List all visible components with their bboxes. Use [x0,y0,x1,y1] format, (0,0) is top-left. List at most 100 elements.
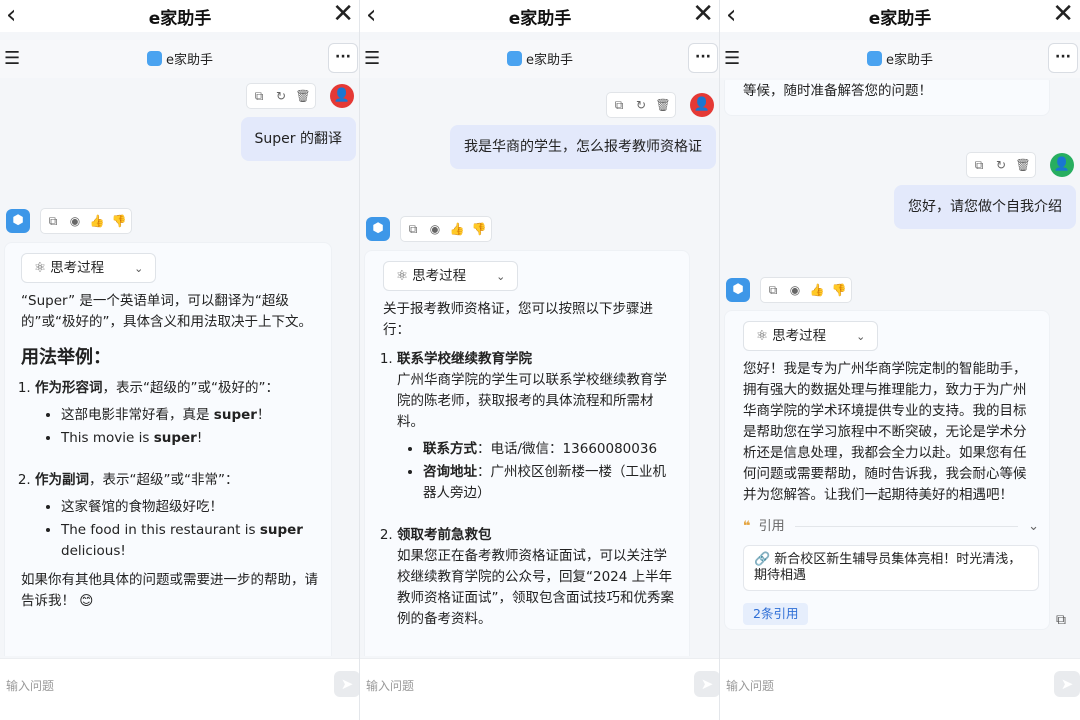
item-title: 作为副词 [35,472,89,488]
chevron-down-icon: ⌄ [496,269,506,283]
send-icon[interactable]: ➤ [694,671,719,697]
list-item: 领取考前急救包 如果您正在备考教师资格证面试，可以关注学校继续教育学院的公众号，… [397,525,679,630]
step-title: 联系学校继续教育学院 [397,351,532,367]
divider [794,526,1019,527]
answer-intro: 关于报考教师资格证，您可以按照以下步骤进行： [383,301,653,338]
screens: ‹ e家助手 ✕ ☰ e家助手 ··· ⧉ ↻ 🗑 👤 Super 的翻译 ⬢ … [0,0,1080,720]
chat-screen-2: ‹ e家助手 ✕ ☰ e家助手 ··· ⧉ ↻ 🗑 👤 我是华商的学生，怎么报考… [360,0,720,720]
example-text: ! [196,430,203,446]
page-title: e家助手 [148,9,212,29]
message-list[interactable]: ⧉ ↻ 🗑 👤 我是华商的学生，怎么报考教师资格证 ⬢ ⧉ ◉ 👍 👎 ⚛ 思考过… [360,80,719,656]
thumbs-down-icon[interactable]: 👎 [829,280,849,300]
delete-icon[interactable]: 🗑 [293,86,313,106]
think-process-toggle[interactable]: ⚛ 思考过程 ⌄ [21,253,157,283]
bot-answer: ⚛思考过程 ⌄ 关于报考教师资格证，您可以按照以下步骤进行： 联系学校继续教育学院… [364,250,690,656]
copy-icon[interactable]: ⧉ [1056,612,1066,628]
citation-title: 新合校区新生辅导员集体亮相！时光清浅，期待相遇 [754,552,1022,583]
previous-answer-tail: 等候，随时准备解答您的问题！ [724,80,1050,116]
example-text: 这部电影非常好看，真是 [61,407,214,423]
usage-list: 作为形容词，表示“超级的”或“极好的”： 这部电影非常好看，真是 super！ … [21,378,321,562]
thumbs-up-icon[interactable]: 👍 [87,211,107,231]
citation-count-badge[interactable]: 2条引用 [743,603,809,625]
page-title: e家助手 [868,9,932,29]
close-icon[interactable]: ✕ [332,0,354,28]
thumbs-up-icon[interactable]: 👍 [447,219,467,239]
quote-icon: ❝ [743,519,751,534]
think-process-toggle[interactable]: ⚛ 思考过程 ⌄ [743,321,879,351]
example-item: This movie is super! [61,428,321,449]
user-avatar: 👤 [1050,153,1074,177]
copy-icon[interactable]: ⧉ [249,86,269,106]
copy-icon[interactable]: ⧉ [403,219,423,239]
delete-icon[interactable]: 🗑 [1013,155,1033,175]
refresh-icon[interactable]: ↻ [271,86,291,106]
think-label: 思考过程 [772,327,827,344]
bot-avatar: ⬢ [366,217,390,241]
send-icon[interactable]: ➤ [1054,671,1080,697]
smile-emoji-icon: 😊 [79,593,94,609]
brand: e家助手 [360,49,719,68]
speaker-icon[interactable]: ◉ [65,211,85,231]
input-bar: 输入问题 ➤ [720,658,1080,720]
bot-message-actions: ⧉ ◉ 👍 👎 [400,216,492,242]
steps-list: 联系学校继续教育学院 广州华商学院的学生可以联系学校继续教育学院的陈老师，获取报… [383,349,679,630]
question-input[interactable]: 输入问题 [726,677,774,694]
example-bold: super [153,430,197,446]
think-label: 思考过程 [412,267,467,284]
brand-logo-icon [867,51,882,66]
close-icon[interactable]: ✕ [692,0,714,28]
chat-screen-1: ‹ e家助手 ✕ ☰ e家助手 ··· ⧉ ↻ 🗑 👤 Super 的翻译 ⬢ … [0,0,360,720]
atom-icon: ⚛ [396,267,409,284]
example-text: The food in this restaurant is [61,522,260,538]
bot-answer: ⚛ 思考过程 ⌄ “Super” 是一个英语单词，可以翻译为“超级的”或“极好的”，… [4,242,332,656]
answer-outro: 如果你有其他具体的问题或需要进一步的帮助，请告诉我！ 😊 [21,570,321,612]
top-bar: ‹ e家助手 ✕ [720,0,1080,32]
thumbs-down-icon[interactable]: 👎 [109,211,129,231]
address-label: 咨询地址 [423,464,477,480]
step-desc: 如果您正在备考教师资格证面试，可以关注学校继续教育学院的公众号，回复“2024 … [397,548,674,627]
example-text: delicious! [61,543,126,559]
copy-icon[interactable]: ⧉ [969,155,989,175]
copy-icon[interactable]: ⧉ [43,211,63,231]
question-input[interactable]: 输入问题 [6,677,54,694]
user-message-bubble: 您好，请您做个自我介绍 [894,185,1076,229]
brand-logo-icon [147,51,162,66]
input-bar: 输入问题 ➤ [360,658,719,720]
copy-icon[interactable]: ⧉ [763,280,783,300]
brand-name: e家助手 [166,53,213,68]
copy-icon[interactable]: ⧉ [609,95,629,115]
delete-icon[interactable]: 🗑 [653,95,673,115]
chevron-down-icon: ⌄ [134,261,144,275]
send-icon[interactable]: ➤ [334,671,359,697]
brand-logo-icon [507,51,522,66]
chevron-down-icon: ⌄ [856,329,866,343]
question-input[interactable]: 输入问题 [366,677,414,694]
contact-item: 联系方式：电话/微信：13660080036 [423,439,679,460]
example-item: 这部电影非常好看，真是 super！ [61,405,321,426]
answer-intro: “Super” 是一个英语单词，可以翻译为“超级的”或“极好的”，具体含义和用法… [21,293,312,330]
message-list[interactable]: 等候，随时准备解答您的问题！ ⧉ ↻ 🗑 👤 您好，请您做个自我介绍 ⬢ ⧉ ◉… [720,80,1080,656]
brand: e家助手 [0,49,359,68]
thumbs-down-icon[interactable]: 👎 [469,219,489,239]
citation-header[interactable]: ❝ 引用 ⌄ [743,516,1039,537]
think-process-toggle[interactable]: ⚛ 思考过程 ⌄ [383,261,519,291]
more-button[interactable]: ··· [328,43,358,73]
thumbs-up-icon[interactable]: 👍 [807,280,827,300]
sub-header: ☰ e家助手 ··· [720,40,1080,78]
more-button[interactable]: ··· [1048,43,1078,73]
outro-text: 如果你有其他具体的问题或需要进一步的帮助，请告诉我！ [21,572,318,609]
page-title: e家助手 [508,9,572,29]
speaker-icon[interactable]: ◉ [785,280,805,300]
refresh-icon[interactable]: ↻ [631,95,651,115]
message-list[interactable]: ⧉ ↻ 🗑 👤 Super 的翻译 ⬢ ⧉ ◉ 👍 👎 ⚛ 思考过程 ⌄ “Supe… [0,80,359,656]
refresh-icon[interactable]: ↻ [991,155,1011,175]
chevron-down-icon: ⌄ [1028,519,1039,534]
atom-icon: ⚛ [756,327,769,344]
citation-item[interactable]: 🔗 新合校区新生辅导员集体亮相！时光清浅，期待相遇 [743,545,1039,591]
more-button[interactable]: ··· [688,43,718,73]
brand-name: e家助手 [526,53,573,68]
close-icon[interactable]: ✕ [1052,0,1074,28]
citation-label: 引用 [758,519,785,534]
speaker-icon[interactable]: ◉ [425,219,445,239]
sub-header: ☰ e家助手 ··· [0,40,359,78]
